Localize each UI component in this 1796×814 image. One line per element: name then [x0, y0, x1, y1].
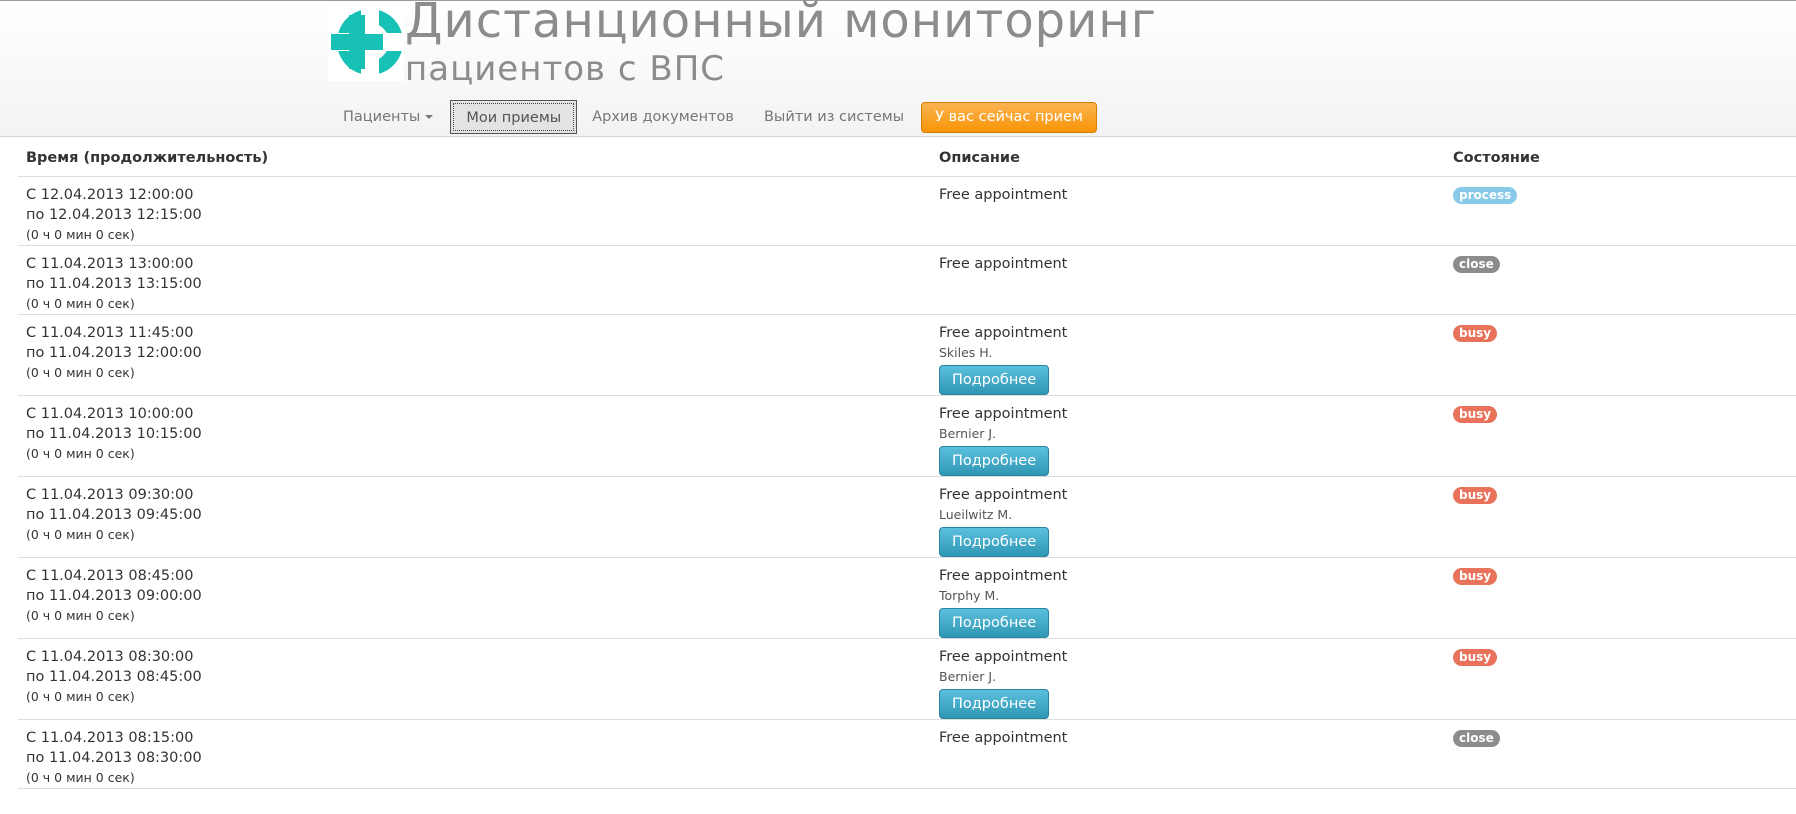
time-cell: С 11.04.2013 13:00:00 по 11.04.2013 13:15… — [18, 245, 931, 315]
description-text: Free appointment — [939, 730, 1068, 746]
table-header-row: Время (продолжительность) Описание Состо… — [18, 140, 1796, 177]
column-header-time: Время (продолжительность) — [18, 140, 931, 177]
description-cell: Free appointment Skiles H. Подробнее — [931, 314, 1445, 396]
time-to: по 12.04.2013 12:15:00 — [26, 207, 202, 223]
description-cell: Free appointment Bernier J. Подробнее — [931, 638, 1445, 720]
status-cell: close — [1445, 245, 1796, 315]
table-row: С 11.04.2013 08:45:00 по 11.04.2013 09:00… — [18, 557, 1796, 639]
time-from: С 11.04.2013 08:15:00 — [26, 730, 194, 746]
status-badge: busy — [1453, 649, 1498, 666]
caret-down-icon — [425, 115, 434, 119]
time-cell: С 11.04.2013 11:45:00 по 11.04.2013 12:00… — [18, 314, 931, 396]
description-text: Free appointment — [939, 568, 1068, 584]
site-header: Дистанционный мониторинг пациентов с ВПС… — [0, 0, 1796, 137]
status-badge: close — [1453, 730, 1500, 747]
status-cell: busy — [1445, 395, 1796, 477]
patient-name: Bernier J. — [939, 669, 997, 684]
time-from: С 11.04.2013 11:45:00 — [26, 325, 194, 341]
description-cell: Free appointment — [931, 245, 1445, 315]
table-row: С 11.04.2013 08:30:00 по 11.04.2013 08:45… — [18, 638, 1796, 720]
status-badge: busy — [1453, 487, 1498, 504]
duration: (0 ч 0 мин 0 сек) — [26, 296, 135, 311]
status-cell: close — [1445, 719, 1796, 789]
time-to: по 11.04.2013 09:45:00 — [26, 507, 202, 523]
time-to: по 11.04.2013 12:00:00 — [26, 345, 202, 361]
status-cell: busy — [1445, 638, 1796, 720]
duration: (0 ч 0 мин 0 сек) — [26, 608, 135, 623]
time-from: С 12.04.2013 12:00:00 — [26, 187, 194, 203]
description-cell: Free appointment Lueilwitz M. Подробнее — [931, 476, 1445, 558]
nav-patients-dropdown[interactable]: Пациенты — [328, 100, 448, 134]
description-cell: Free appointment — [931, 719, 1445, 789]
status-cell: busy — [1445, 314, 1796, 396]
status-cell: process — [1445, 176, 1796, 246]
time-to: по 11.04.2013 08:45:00 — [26, 669, 202, 685]
description-text: Free appointment — [939, 487, 1068, 503]
patient-name: Skiles H. — [939, 345, 993, 360]
description-text: Free appointment — [939, 649, 1068, 665]
current-appointment-button[interactable]: У вас сейчас прием — [921, 101, 1097, 133]
details-button[interactable]: Подробнее — [939, 527, 1050, 557]
nav-logout[interactable]: Выйти из системы — [749, 100, 919, 134]
description-text: Free appointment — [939, 187, 1068, 203]
duration: (0 ч 0 мин 0 сек) — [26, 770, 135, 785]
time-to: по 11.04.2013 08:30:00 — [26, 750, 202, 766]
app-title: Дистанционный мониторинг — [405, 0, 1157, 49]
patient-name: Lueilwitz M. — [939, 507, 1013, 522]
details-button[interactable]: Подробнее — [939, 365, 1050, 395]
duration: (0 ч 0 мин 0 сек) — [26, 446, 135, 461]
time-cell: С 11.04.2013 08:15:00 по 11.04.2013 08:30… — [18, 719, 931, 789]
table-row: С 11.04.2013 13:00:00 по 11.04.2013 13:15… — [18, 245, 1796, 315]
status-badge: process — [1453, 187, 1518, 204]
duration: (0 ч 0 мин 0 сек) — [26, 527, 135, 542]
table-row: С 11.04.2013 08:15:00 по 11.04.2013 08:30… — [18, 719, 1796, 789]
description-cell: Free appointment — [931, 176, 1445, 246]
app-subtitle: пациентов с ВПС — [405, 49, 726, 89]
details-button[interactable]: Подробнее — [939, 446, 1050, 476]
status-badge: close — [1453, 256, 1500, 273]
time-cell: С 11.04.2013 08:45:00 по 11.04.2013 09:00… — [18, 557, 931, 639]
medical-cross-logo-icon — [328, 3, 404, 81]
time-cell: С 11.04.2013 08:30:00 по 11.04.2013 08:45… — [18, 638, 931, 720]
time-from: С 11.04.2013 09:30:00 — [26, 487, 194, 503]
time-from: С 11.04.2013 08:45:00 — [26, 568, 194, 584]
status-badge: busy — [1453, 325, 1498, 342]
duration: (0 ч 0 мин 0 сек) — [26, 365, 135, 380]
appointments-table: Время (продолжительность) Описание Состо… — [18, 140, 1796, 789]
description-text: Free appointment — [939, 256, 1068, 272]
details-button[interactable]: Подробнее — [939, 689, 1050, 719]
table-row: С 11.04.2013 10:00:00 по 11.04.2013 10:15… — [18, 395, 1796, 477]
status-cell: busy — [1445, 476, 1796, 558]
nav-my-appointments[interactable]: Мои приемы — [450, 100, 578, 134]
duration: (0 ч 0 мин 0 сек) — [26, 227, 135, 242]
time-cell: С 12.04.2013 12:00:00 по 12.04.2013 12:15… — [18, 176, 931, 246]
description-cell: Free appointment Torphy M. Подробнее — [931, 557, 1445, 639]
details-button[interactable]: Подробнее — [939, 608, 1050, 638]
status-badge: busy — [1453, 406, 1498, 423]
time-to: по 11.04.2013 13:15:00 — [26, 276, 202, 292]
time-from: С 11.04.2013 13:00:00 — [26, 256, 194, 272]
time-to: по 11.04.2013 09:00:00 — [26, 588, 202, 604]
time-cell: С 11.04.2013 09:30:00 по 11.04.2013 09:45… — [18, 476, 931, 558]
patient-name: Bernier J. — [939, 426, 997, 441]
table-row: С 12.04.2013 12:00:00 по 12.04.2013 12:15… — [18, 176, 1796, 246]
nav-archive[interactable]: Архив документов — [577, 100, 749, 134]
column-header-description: Описание — [931, 140, 1445, 177]
table-row: С 11.04.2013 11:45:00 по 11.04.2013 12:00… — [18, 314, 1796, 396]
column-header-status: Состояние — [1445, 140, 1796, 177]
status-cell: busy — [1445, 557, 1796, 639]
time-from: С 11.04.2013 08:30:00 — [26, 649, 194, 665]
description-cell: Free appointment Bernier J. Подробнее — [931, 395, 1445, 477]
time-from: С 11.04.2013 10:00:00 — [26, 406, 194, 422]
description-text: Free appointment — [939, 325, 1068, 341]
patient-name: Torphy M. — [939, 588, 1000, 603]
time-cell: С 11.04.2013 10:00:00 по 11.04.2013 10:15… — [18, 395, 931, 477]
table-row: С 11.04.2013 09:30:00 по 11.04.2013 09:45… — [18, 476, 1796, 558]
nav-patients-label: Пациенты — [343, 109, 421, 125]
main-nav: Пациенты Мои приемы Архив документов Вый… — [328, 98, 1097, 136]
description-text: Free appointment — [939, 406, 1068, 422]
status-badge: busy — [1453, 568, 1498, 585]
duration: (0 ч 0 мин 0 сек) — [26, 689, 135, 704]
time-to: по 11.04.2013 10:15:00 — [26, 426, 202, 442]
